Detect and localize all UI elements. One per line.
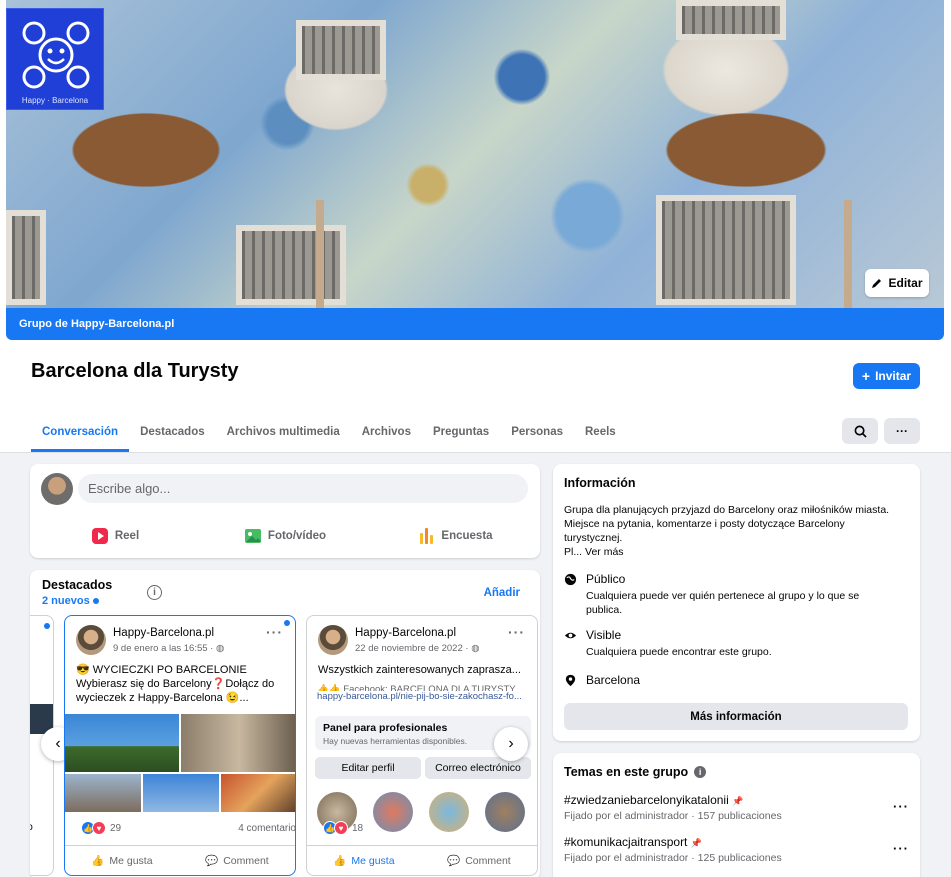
post-reactions[interactable]: 👍 ♥ 18 <box>323 821 537 835</box>
topics-card: Temas en este grupo i #zwiedzaniebarcelo… <box>553 753 920 877</box>
comment-button[interactable]: 💬 Comment <box>205 854 269 868</box>
topics-title: Temas en este grupo <box>564 765 689 779</box>
group-banner[interactable]: Grupo de Happy-Barcelona.pl <box>6 308 944 340</box>
post-menu-button[interactable]: ··· <box>266 624 283 640</box>
new-count: 2 nuevos <box>42 595 99 607</box>
featured-section: Destacados i 2 nuevos Añadir io ‹ Happy-… <box>30 570 540 877</box>
post-author-avatar <box>76 625 106 655</box>
pencil-icon <box>872 279 882 288</box>
like-button[interactable]: 👍 Me gusta <box>333 854 394 868</box>
reaction-count: 29 <box>110 822 122 834</box>
group-logo: Happy · Barcelona <box>6 8 104 110</box>
poll-label: Encuesta <box>441 530 493 542</box>
poll-icon <box>420 528 434 544</box>
more-options-button[interactable]: ··· <box>884 418 920 444</box>
edit-cover-label: Editar <box>888 276 923 290</box>
reaction-count: 18 <box>352 822 364 834</box>
invite-button[interactable]: + Invitar <box>853 363 920 389</box>
post-reactions[interactable]: 👍 ♥ 29 4 comentarios <box>81 821 295 835</box>
post-date: 9 de enero a las 16:55 · ◍ <box>113 643 225 654</box>
love-reaction-icon: ♥ <box>92 821 106 835</box>
composer-input[interactable]: Escribe algo... <box>78 474 528 503</box>
like-button[interactable]: 👍 Me gusta <box>91 854 152 868</box>
tab-archivos-multimedia[interactable]: Archivos multimedia <box>216 410 351 452</box>
globe-icon <box>564 573 577 586</box>
post-text: Wszystkich zainteresowanych zapraszа... <box>318 664 521 676</box>
poll-button[interactable]: Encuesta <box>370 522 540 550</box>
tab-preguntas[interactable]: Preguntas <box>422 410 500 452</box>
topic-menu-button[interactable]: ··· <box>893 799 909 814</box>
comment-icon: 💬 <box>205 855 219 867</box>
topic-item[interactable]: #komunikacjaitransport 📌 Fijado por el a… <box>564 835 909 864</box>
eye-icon <box>564 632 577 639</box>
post-actions: 👍 Me gusta 💬 Comment <box>65 845 295 867</box>
about-description: Grupa dla planujących przyjazd do Barcel… <box>564 504 890 558</box>
featured-post-1[interactable]: Happy-Barcelona.pl 9 de enero a las 16:5… <box>64 615 296 876</box>
post-menu-button[interactable]: ··· <box>508 624 525 640</box>
edit-cover-button[interactable]: Editar <box>865 269 929 297</box>
tab-archivos[interactable]: Archivos <box>351 410 422 452</box>
plus-icon: + <box>861 368 871 384</box>
group-title: Barcelona dla Turysty <box>31 360 239 382</box>
topic-item[interactable]: #zwiedzaniebarcelonyikatalonii 📌 Fijado … <box>564 793 909 822</box>
post-actions: 👍 Me gusta 💬 Comment <box>307 845 537 867</box>
chevron-right-icon: › <box>508 735 514 752</box>
see-more-link[interactable]: Ver más <box>585 546 624 558</box>
tab-destacados[interactable]: Destacados <box>129 410 216 452</box>
thumbs-up-icon: 👍 <box>333 855 347 867</box>
topic-menu-button[interactable]: ··· <box>893 841 909 856</box>
location-pin-icon <box>565 674 576 687</box>
more-dots-icon: ··· <box>896 424 908 438</box>
pin-icon: 📌 <box>690 838 702 848</box>
cover-photo <box>6 0 944 308</box>
link-preview[interactable]: 👍👍 Facebook: BARCELONA DLA TURYSTY happy… <box>317 684 533 703</box>
pin-icon: 📌 <box>732 796 744 806</box>
info-icon[interactable]: i <box>694 766 707 778</box>
reel-label: Reel <box>114 530 140 542</box>
group-tabs: Conversación Destacados Archivos multime… <box>31 410 627 452</box>
invite-label: Invitar <box>875 369 912 383</box>
about-title: Información <box>564 476 636 490</box>
user-avatar <box>41 473 73 505</box>
tab-personas[interactable]: Personas <box>500 410 574 452</box>
edit-profile-button[interactable]: Editar perfil <box>315 757 421 779</box>
post-composer: Escribe algo... Reel Foto/vídeo Encuesta <box>30 464 540 558</box>
post-author-avatar <box>318 625 348 655</box>
comment-button[interactable]: 💬 Comment <box>447 854 511 868</box>
comment-icon: 💬 <box>447 855 461 867</box>
comment-count[interactable]: 4 comentarios <box>238 823 295 834</box>
search-button[interactable] <box>842 418 878 444</box>
photo-icon <box>244 529 261 543</box>
group-banner-label: Grupo de Happy-Barcelona.pl <box>19 318 175 330</box>
add-featured-link[interactable]: Añadir <box>484 587 520 599</box>
photo-video-button[interactable]: Foto/vídeo <box>200 522 370 550</box>
tab-conversacion[interactable]: Conversación <box>31 410 130 452</box>
post-author[interactable]: Happy-Barcelona.pl <box>113 627 214 639</box>
partial-post-text: io <box>30 822 33 833</box>
chevron-left-icon: ‹ <box>55 735 61 752</box>
post-author[interactable]: Happy-Barcelona.pl <box>355 627 456 639</box>
reel-button[interactable]: Reel <box>30 522 200 550</box>
search-icon <box>854 425 867 438</box>
about-card: Información Grupa dla planujących przyja… <box>553 464 920 741</box>
tab-reels[interactable]: Reels <box>574 410 627 452</box>
smiley-logo-icon <box>22 21 90 89</box>
reel-icon <box>91 528 108 544</box>
photo-video-label: Foto/vídeo <box>267 530 327 542</box>
logo-caption: Happy · Barcelona <box>21 96 89 105</box>
love-reaction-icon: ♥ <box>334 821 348 835</box>
info-icon[interactable]: i <box>147 585 162 600</box>
thumbs-up-icon: 👍 <box>91 855 105 867</box>
post-text: 😎 WYCIECZKI PO BARCELONIE Wybierasz się … <box>76 664 275 704</box>
globe-icon: ◍ <box>216 643 225 654</box>
post-date: 22 de noviembre de 2022 · ◍ <box>355 643 480 654</box>
more-info-button[interactable]: Más información <box>564 703 908 730</box>
globe-icon: ◍ <box>471 643 480 654</box>
post-photo-grid[interactable] <box>65 714 295 812</box>
carousel-next-button[interactable]: › <box>494 727 528 761</box>
featured-title: Destacados <box>42 578 113 592</box>
